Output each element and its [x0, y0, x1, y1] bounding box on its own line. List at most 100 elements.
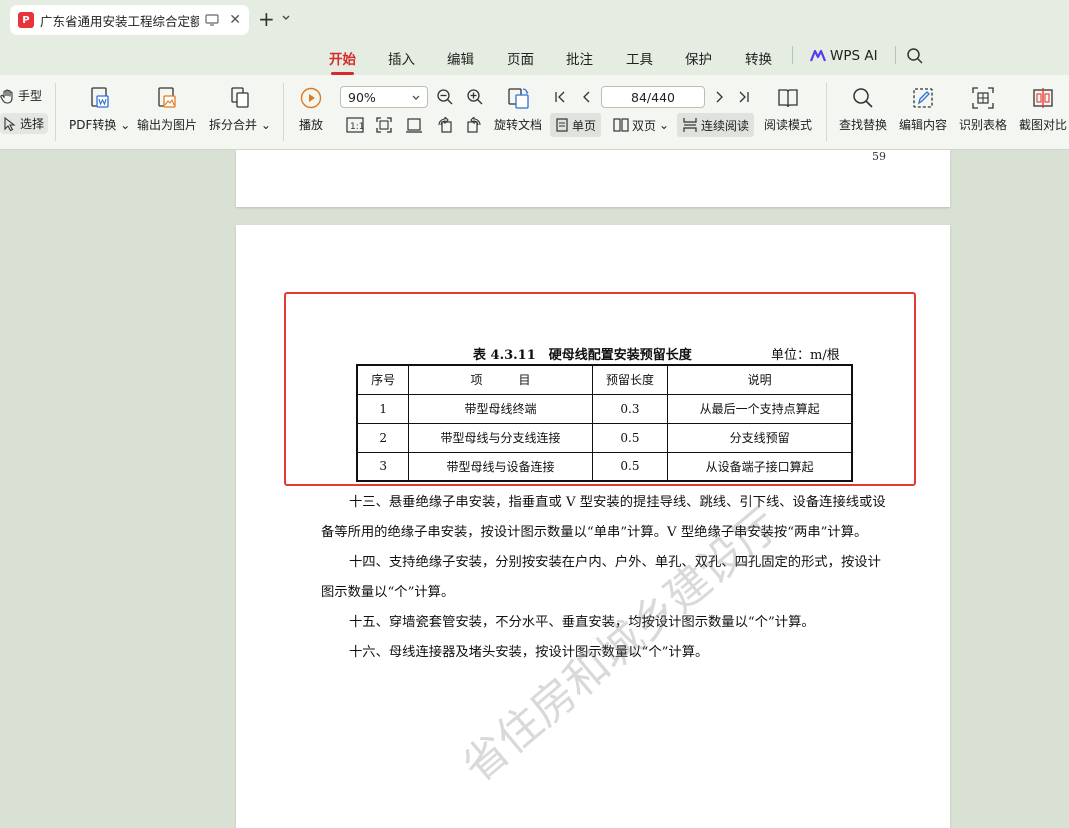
wps-ai-button[interactable]: WPS AI [810, 48, 878, 64]
menu-edit[interactable]: 编辑 [447, 48, 474, 68]
play-button[interactable]: 播放 [299, 86, 323, 133]
new-tab-icon[interactable]: + [258, 7, 275, 31]
edit-content-icon [913, 88, 933, 108]
fit-width-icon[interactable] [406, 117, 422, 133]
single-page-button[interactable]: 单页 [550, 113, 602, 137]
toolbar-divider [826, 83, 827, 141]
zoom-in-icon[interactable] [466, 88, 484, 106]
rotate-left-icon[interactable] [437, 117, 453, 133]
table-cell: 分支线预留 [667, 422, 853, 453]
pdf-convert-label: PDF转换 [69, 118, 117, 132]
menu-comment[interactable]: 批注 [566, 48, 593, 68]
table-cell: 0.5 [591, 451, 669, 482]
play-icon [300, 87, 322, 109]
reading-mode-button[interactable]: 阅读模式 [764, 86, 812, 133]
menu-tools[interactable]: 工具 [626, 48, 653, 68]
menu-divider [792, 46, 793, 64]
table-cell: 带型母线与设备连接 [408, 451, 593, 482]
table-unit: 单位：m/根 [771, 348, 840, 363]
toolbar: 手型 选择 PDF转换 ⌄ 输出为图片 拆分合并 ⌄ 播放 90% 1:1 旋转… [0, 75, 1069, 150]
chevron-down-icon [412, 95, 420, 100]
tab-title: 广东省通用安装工程综合定额 [39, 13, 200, 29]
table-caption: 表 4.3.11 硬母线配置安装预留长度 [473, 348, 692, 363]
zoom-out-icon[interactable] [436, 88, 454, 106]
previous-page-icon[interactable] [580, 90, 594, 104]
chevron-down-icon[interactable] [281, 13, 291, 23]
table-header: 序号 [356, 364, 410, 395]
menu-insert[interactable]: 插入 [388, 48, 415, 68]
search-icon[interactable] [906, 47, 924, 65]
wps-ai-icon [810, 50, 826, 62]
rotate-right-icon[interactable] [466, 117, 482, 133]
rotate-document-label: 旋转文档 [494, 118, 543, 132]
page-number-input[interactable]: 84/440 [601, 86, 705, 108]
wps-ai-label: WPS AI [830, 48, 878, 64]
single-page-icon [556, 118, 568, 132]
single-page-label: 单页 [572, 118, 597, 133]
reserve-length-table: 序号 项 目 预留长度 说明 1 带型母线终端 0.3 从最后一个支持点算起 2… [356, 364, 853, 482]
rotate-document-icon [508, 88, 529, 109]
table-cell: 带型母线终端 [408, 393, 593, 424]
split-merge-label: 拆分合并 [209, 118, 258, 132]
image-export-icon [158, 87, 176, 108]
pdf-to-word-icon [90, 87, 109, 108]
current-page: 表 4.3.11 硬母线配置安装预留长度 单位：m/根 序号 项 目 预留长度 … [236, 225, 950, 828]
page-indicator: 84/440 [631, 89, 675, 105]
paragraph: 十四、支持绝缘子安装，分别按安装在户内、户外、单孔、双孔、四孔固定的形式，按设计… [321, 555, 881, 600]
table-cell: 2 [356, 422, 410, 453]
menu-convert[interactable]: 转换 [745, 48, 772, 68]
toolbar-divider [283, 83, 284, 141]
continuous-reading-icon [683, 118, 697, 132]
table-cell: 0.3 [591, 393, 669, 424]
play-label: 播放 [299, 118, 324, 132]
export-image-button[interactable]: 输出为图片 [137, 86, 197, 133]
table-cell: 从最后一个支持点算起 [667, 393, 853, 424]
screenshot-compare-icon [1033, 88, 1053, 108]
table-header: 说明 [667, 364, 853, 395]
export-image-label: 输出为图片 [137, 118, 198, 132]
pdf-convert-button[interactable]: PDF转换 ⌄ [69, 86, 130, 133]
menu-protect[interactable]: 保护 [685, 48, 712, 68]
continuous-reading-label: 连续阅读 [701, 118, 750, 133]
find-replace-button[interactable]: 查找替换 [839, 86, 887, 133]
zoom-select[interactable]: 90% [340, 86, 428, 108]
menu-page[interactable]: 页面 [507, 48, 534, 68]
edit-content-label: 编辑内容 [899, 118, 948, 132]
rotate-document-button[interactable]: 旋转文档 [494, 86, 542, 133]
table-header: 项 目 [408, 364, 593, 395]
screenshot-compare-button[interactable]: 截图对比 [1019, 86, 1067, 133]
table-cell: 从设备端子接口算起 [667, 451, 853, 482]
split-merge-button[interactable]: 拆分合并 ⌄ [209, 86, 271, 133]
toolbar-divider [55, 83, 56, 141]
double-page-button[interactable]: 双页 ⌄ [608, 113, 674, 137]
double-page-label: 双页 [632, 118, 657, 133]
reading-mode-label: 阅读模式 [764, 118, 813, 132]
screen-icon[interactable] [205, 14, 219, 26]
document-viewport[interactable]: 59 表 4.3.11 硬母线配置安装预留长度 单位：m/根 序号 项 目 预留… [0, 150, 1069, 828]
table-cell: 带型母线与分支线连接 [408, 422, 593, 453]
table-row: 1 带型母线终端 0.3 从最后一个支持点算起 [356, 393, 853, 424]
select-tool-label: 选择 [20, 117, 45, 131]
menu-home[interactable]: 开始 [329, 48, 356, 75]
double-page-icon [613, 118, 629, 132]
table-cell: 1 [356, 393, 410, 424]
document-tab[interactable]: P 广东省通用安装工程综合定额 ✕ [10, 5, 249, 35]
paragraph: 十三、悬垂绝缘子串安装，指垂直或 V 型安装的提挂导线、跳线、引下线、设备连接线… [321, 495, 886, 540]
edit-content-button[interactable]: 编辑内容 [899, 86, 947, 133]
find-replace-label: 查找替换 [839, 118, 888, 132]
last-page-icon[interactable] [737, 90, 751, 104]
first-page-icon[interactable] [553, 90, 567, 104]
next-page-icon[interactable] [712, 90, 726, 104]
table-header-row: 序号 项 目 预留长度 说明 [356, 364, 853, 395]
recognize-table-button[interactable]: 识别表格 [959, 86, 1007, 133]
actual-size-icon[interactable]: 1:1 [346, 117, 364, 133]
table-cell: 3 [356, 451, 410, 482]
continuous-reading-button[interactable]: 连续阅读 [677, 113, 755, 137]
fit-page-icon[interactable] [376, 117, 392, 133]
hand-tool-button[interactable]: 手型 [0, 87, 42, 104]
table-row: 2 带型母线与分支线连接 0.5 分支线预留 [356, 422, 853, 453]
table-cell: 0.5 [591, 422, 669, 453]
select-tool-button[interactable]: 选择 [0, 113, 49, 134]
previous-page: 59 [236, 150, 950, 207]
close-icon[interactable]: ✕ [229, 12, 241, 28]
